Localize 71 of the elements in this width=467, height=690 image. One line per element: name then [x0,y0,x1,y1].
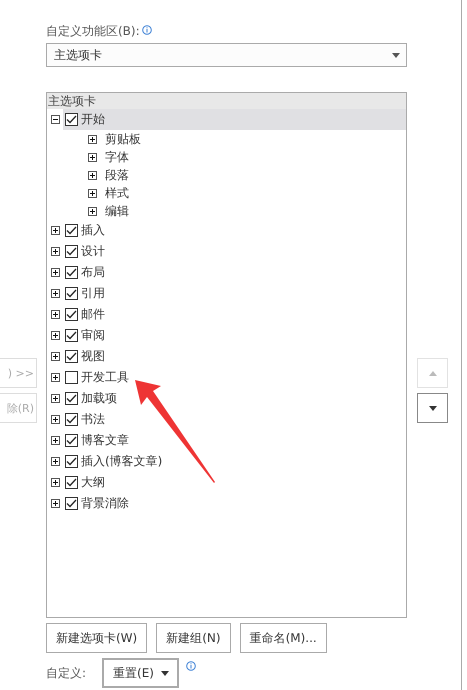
tree-item[interactable]: 引用 [81,285,105,302]
expander-icon[interactable] [51,289,60,298]
expander-icon[interactable] [51,226,60,235]
tree-item[interactable]: 博客文章 [81,432,129,449]
tree-item[interactable]: 大纲 [81,474,105,491]
tree-item[interactable]: 书法 [81,411,105,428]
action-button[interactable]: 新建选项卡(W) [46,623,148,653]
expander-icon[interactable] [51,394,60,403]
tree-item[interactable]: 背景消除 [81,495,129,512]
checkbox[interactable] [65,497,78,510]
checkbox[interactable] [65,308,78,321]
move-down-button[interactable] [417,393,448,423]
expander-icon[interactable] [88,170,97,180]
selected-row[interactable]: 开始 [63,109,406,130]
tree-item[interactable]: 邮件 [81,306,105,323]
expander-icon[interactable] [51,115,60,124]
checkbox[interactable] [65,287,78,300]
tree-item[interactable]: 样式 [105,184,129,202]
checkbox[interactable] [65,224,78,237]
tree-item[interactable]: 剪贴板 [105,130,141,148]
expander-icon[interactable] [51,331,60,340]
action-button[interactable]: 新建组(N) [156,623,231,653]
expander-icon[interactable] [51,352,60,361]
tree-item[interactable]: 开始 [81,111,105,128]
expander-icon[interactable] [88,152,97,162]
checkbox[interactable] [65,371,78,384]
down-arrow-icon [428,406,436,410]
tree-header: 主选项卡 [47,93,406,109]
info-icon [142,25,152,35]
checkbox[interactable] [65,413,78,426]
tree-item[interactable]: 编辑 [105,202,129,220]
expander-icon[interactable] [51,478,60,487]
expander-icon[interactable] [51,415,60,424]
reset-button[interactable]: 重置(E) [102,658,179,688]
checkbox[interactable] [65,329,78,342]
expander-icon[interactable] [88,134,97,144]
checkbox[interactable] [65,455,78,468]
tree-item[interactable]: 段落 [105,166,129,184]
tree-item[interactable]: 插入 [81,222,105,239]
ribbon-dropdown[interactable]: 主选项卡 [46,43,407,67]
tree-item[interactable]: 加载项 [81,390,117,407]
checkbox[interactable] [65,113,78,126]
checkbox[interactable] [65,434,78,447]
checkbox[interactable] [65,266,78,279]
expander-icon[interactable] [51,247,60,256]
expander-icon[interactable] [51,373,60,382]
tree-item[interactable]: 设计 [81,243,105,260]
tree-item[interactable]: 布局 [81,264,105,281]
expander-icon[interactable] [88,188,97,198]
expander-icon[interactable] [51,436,60,445]
tree-item[interactable]: 字体 [105,148,129,166]
customize-label: 自定义: [46,664,86,682]
caret-icon [392,52,400,58]
expander-icon[interactable] [51,268,60,277]
expander-icon[interactable] [51,457,60,466]
checkbox[interactable] [65,350,78,363]
checkbox[interactable] [65,476,78,489]
up-arrow-icon [428,370,436,376]
expander-icon[interactable] [51,310,60,319]
tree-item[interactable]: 插入(博客文章) [81,453,162,470]
expander-icon[interactable] [88,206,97,216]
checkbox[interactable] [65,245,78,258]
tree-item[interactable]: 开发工具 [81,369,129,386]
ribbon-label: 自定义功能区(B): [46,23,140,40]
tree-item[interactable]: 审阅 [81,327,105,344]
tree-item[interactable]: 视图 [81,348,105,365]
action-button[interactable]: 重命名(M)... [240,623,327,653]
info-icon [186,661,196,671]
caret-icon [161,670,169,676]
checkbox[interactable] [65,392,78,405]
expander-icon[interactable] [51,499,60,508]
